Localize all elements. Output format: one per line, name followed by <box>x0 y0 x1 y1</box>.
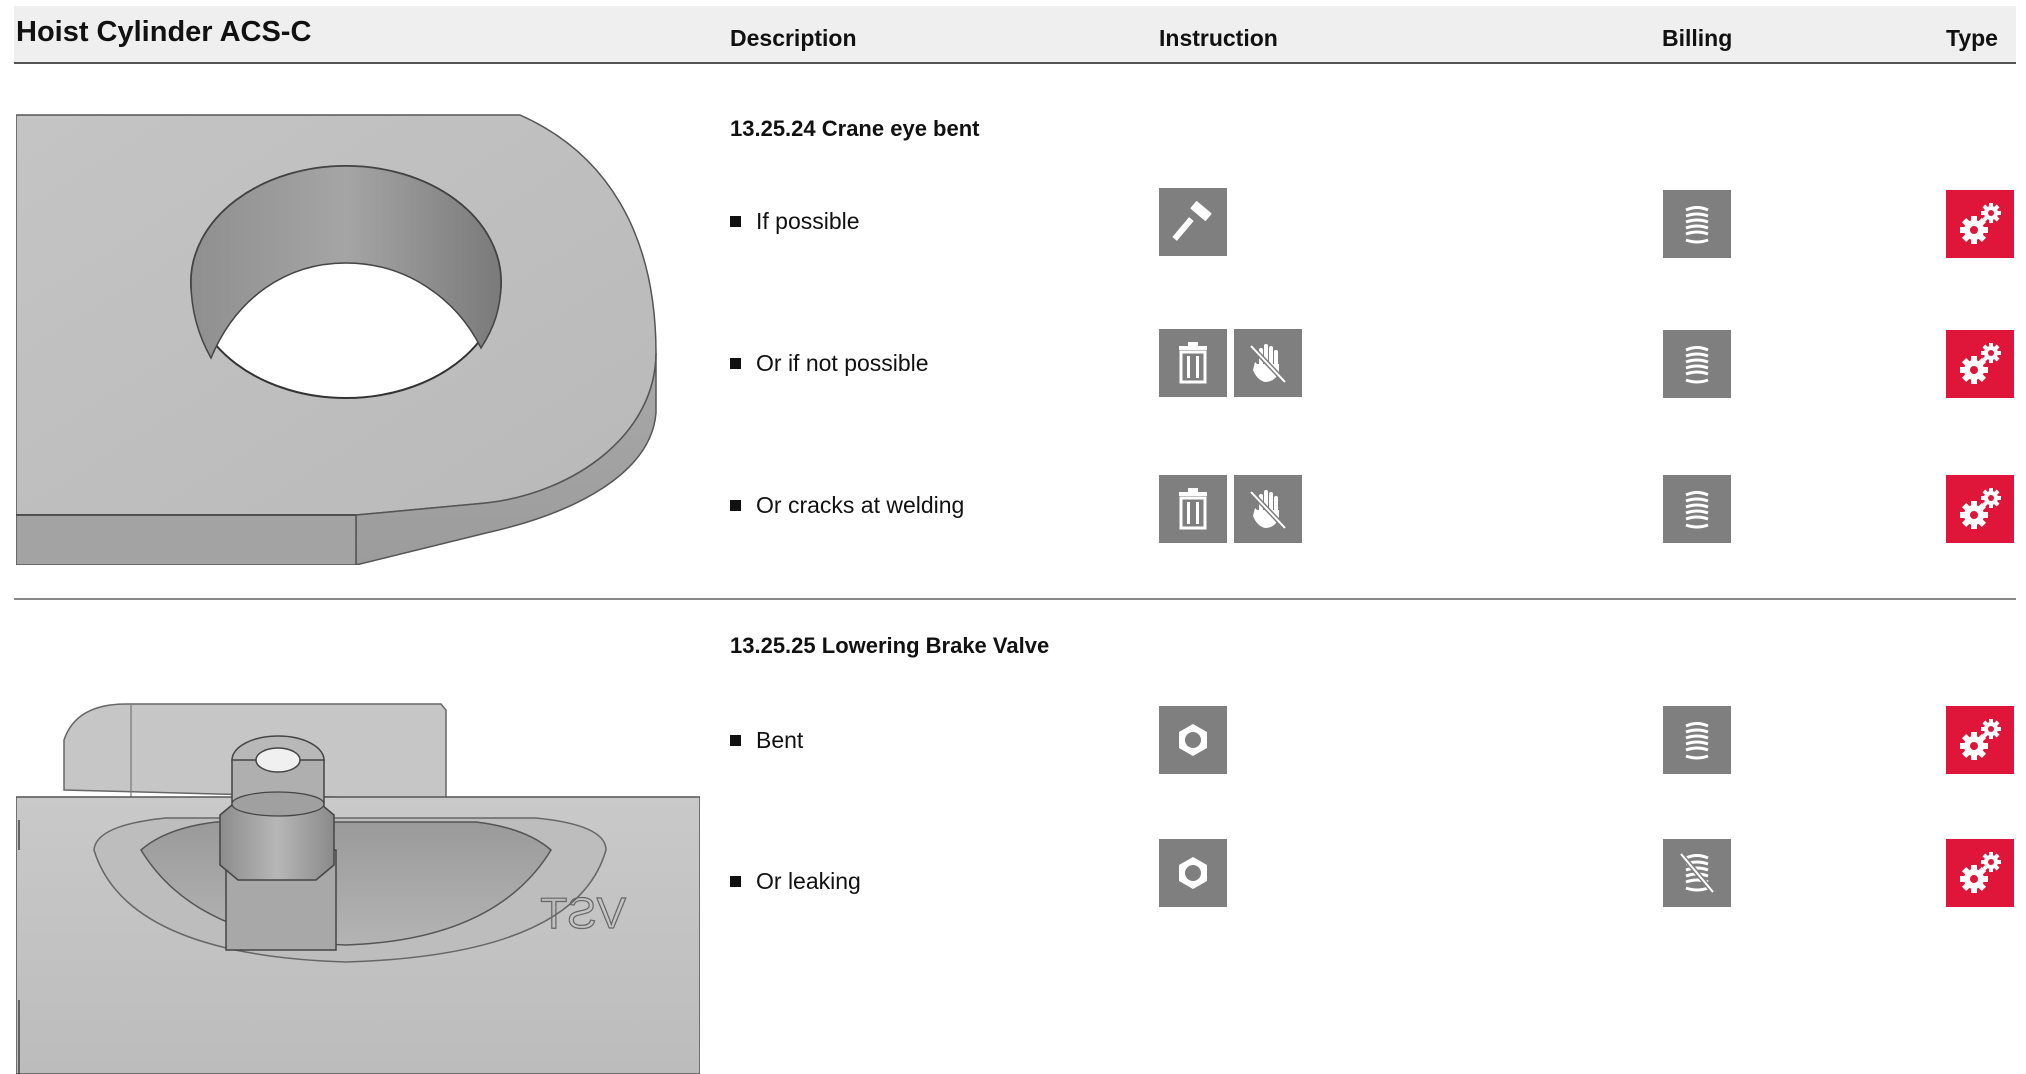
row-description-text: Bent <box>756 727 804 753</box>
gears-icon <box>1946 330 2014 398</box>
row-description: Or if not possible <box>730 350 929 377</box>
section-divider <box>14 598 2016 600</box>
gears-icon <box>1946 475 2014 543</box>
column-header-type: Type <box>1946 25 1998 51</box>
table-row: Or cracks at welding <box>0 471 2026 543</box>
bullet-icon <box>730 358 741 369</box>
bullet-icon <box>730 735 741 746</box>
table-row: Or leaking <box>0 838 2026 908</box>
coin-stack-icon <box>1663 330 1731 398</box>
row-description-text: Or cracks at welding <box>756 492 965 518</box>
no-hand-icon <box>1234 475 1302 543</box>
column-header-billing: Billing <box>1662 25 1733 51</box>
hex-nut-icon <box>1159 706 1227 774</box>
table-row: Or if not possible <box>0 329 2026 399</box>
table-row: If possible <box>0 187 2026 258</box>
trash-icon <box>1159 475 1227 543</box>
coin-stack-icon <box>1663 190 1731 258</box>
bullet-icon <box>730 876 741 887</box>
section-title: 13.25.25 Lowering Brake Valve <box>730 633 1050 658</box>
row-description-text: Or if not possible <box>756 350 929 376</box>
no-coin-stack-icon <box>1663 839 1731 907</box>
page-title: Hoist Cylinder ACS-C <box>16 16 312 48</box>
column-header-instruction: Instruction <box>1159 25 1278 51</box>
header-bar: Hoist Cylinder ACS-C Description Instruc… <box>14 6 2016 64</box>
bullet-icon <box>730 500 741 511</box>
row-description: Bent <box>730 727 803 754</box>
hex-nut-icon <box>1159 839 1227 907</box>
bullet-icon <box>730 216 741 227</box>
row-description-text: If possible <box>756 208 860 234</box>
row-description: If possible <box>730 208 860 235</box>
section-title: 13.25.24 Crane eye bent <box>730 116 980 141</box>
gears-icon <box>1946 190 2014 258</box>
no-hand-icon <box>1234 329 1302 397</box>
row-description-text: Or leaking <box>756 868 861 894</box>
gears-icon <box>1946 706 2014 774</box>
page: Hoist Cylinder ACS-C Description Instruc… <box>0 0 2026 1074</box>
gears-icon <box>1946 839 2014 907</box>
table-row: Bent <box>0 706 2026 776</box>
hammer-icon <box>1159 188 1227 256</box>
trash-icon <box>1159 329 1227 397</box>
coin-stack-icon <box>1663 475 1731 543</box>
row-description: Or cracks at welding <box>730 492 964 519</box>
column-header-description: Description <box>730 25 857 51</box>
row-description: Or leaking <box>730 868 861 895</box>
coin-stack-icon <box>1663 706 1731 774</box>
